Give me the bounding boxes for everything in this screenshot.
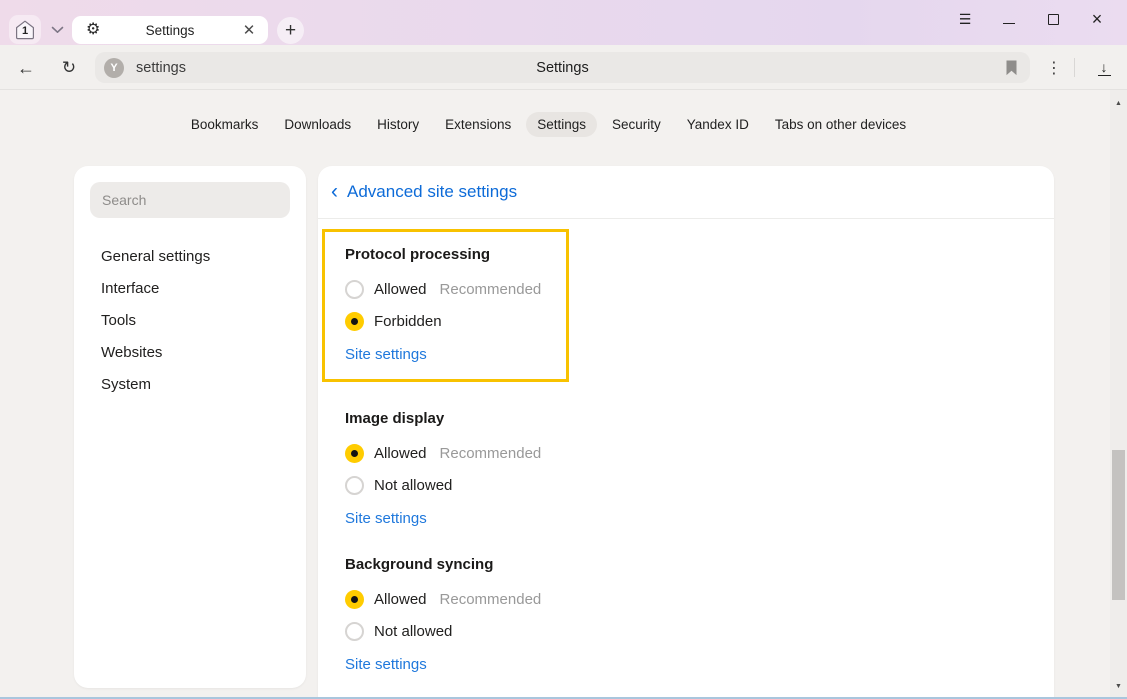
site-settings-link[interactable]: Site settings xyxy=(345,656,427,673)
minimize-icon xyxy=(1003,23,1015,24)
settings-main-panel: ‹ Advanced site settings Protocol proces… xyxy=(318,166,1054,699)
bookmark-icon xyxy=(1005,60,1018,76)
scroll-up-arrow-icon[interactable]: ▲ xyxy=(1110,96,1127,110)
recommended-note: Recommended xyxy=(440,281,542,298)
radio-icon-unselected[interactable] xyxy=(345,476,364,495)
chevron-down-icon xyxy=(51,26,64,34)
radio-icon-selected[interactable] xyxy=(345,590,364,609)
radio-option-forbidden[interactable]: Forbidden xyxy=(345,305,566,337)
radio-icon-unselected[interactable] xyxy=(345,280,364,299)
vertical-scrollbar[interactable]: ▲ ▼ xyxy=(1110,90,1127,699)
site-settings-link[interactable]: Site settings xyxy=(345,510,427,527)
tab-count: 1 xyxy=(14,19,36,41)
scrollbar-thumb[interactable] xyxy=(1112,450,1125,600)
new-tab-button[interactable]: + xyxy=(277,17,304,44)
highlighted-section-protocol-processing: Protocol processing Allowed Recommended … xyxy=(322,229,569,382)
sidebar-item-general-settings[interactable]: General settings xyxy=(74,240,306,272)
page-content: Bookmarks Downloads History Extensions S… xyxy=(0,90,1127,699)
scroll-down-arrow-icon[interactable]: ▼ xyxy=(1110,679,1127,693)
maximize-button[interactable] xyxy=(1031,5,1075,33)
sidebar-item-system[interactable]: System xyxy=(74,368,306,400)
sidebar-list: General settings Interface Tools Website… xyxy=(74,240,306,400)
panel-body: Protocol processing Allowed Recommended … xyxy=(318,219,1054,674)
nav-item-security[interactable]: Security xyxy=(601,112,672,137)
back-chevron-icon: ‹ xyxy=(331,181,338,204)
menu-icon: ☰ xyxy=(959,11,972,28)
kebab-menu-icon: ⋮ xyxy=(1046,58,1062,78)
radio-option-not-allowed[interactable]: Not allowed xyxy=(345,615,1027,647)
radio-option-allowed[interactable]: Allowed Recommended xyxy=(345,583,1027,615)
panel-header: ‹ Advanced site settings xyxy=(318,166,1054,219)
settings-sidebar: General settings Interface Tools Website… xyxy=(74,166,306,688)
close-icon: × xyxy=(1092,10,1103,28)
recommended-note: Recommended xyxy=(440,445,542,462)
nav-item-bookmarks[interactable]: Bookmarks xyxy=(180,112,270,137)
site-settings-link[interactable]: Site settings xyxy=(345,346,427,363)
sidebar-item-tools[interactable]: Tools xyxy=(74,304,306,336)
page-title: Settings xyxy=(95,60,1030,76)
nav-item-downloads[interactable]: Downloads xyxy=(273,112,362,137)
nav-item-settings[interactable]: Settings xyxy=(526,112,597,137)
tab-list-chevron-button[interactable] xyxy=(43,15,71,44)
section-protocol-processing: Protocol processing Allowed Recommended … xyxy=(345,246,566,364)
tab-counter-button[interactable]: 1 xyxy=(9,15,41,44)
section-image-display: Image display Allowed Recommended Not al… xyxy=(345,410,1027,528)
refresh-icon: ↻ xyxy=(62,58,76,78)
back-button[interactable]: ← xyxy=(12,54,40,82)
sidebar-item-interface[interactable]: Interface xyxy=(74,272,306,304)
settings-top-nav: Bookmarks Downloads History Extensions S… xyxy=(0,112,1097,137)
maximize-icon xyxy=(1048,14,1059,25)
radio-icon-selected[interactable] xyxy=(345,444,364,463)
section-title: Image display xyxy=(345,410,1027,427)
address-bar[interactable]: Y settings Settings xyxy=(95,52,1030,83)
recommended-note: Recommended xyxy=(440,591,542,608)
panel-title: Advanced site settings xyxy=(347,182,517,202)
radio-icon-selected[interactable] xyxy=(345,312,364,331)
more-options-button[interactable]: ⋮ xyxy=(1040,54,1068,82)
radio-option-allowed[interactable]: Allowed Recommended xyxy=(345,273,566,305)
browser-menu-button[interactable]: ☰ xyxy=(943,5,987,33)
close-window-button[interactable]: × xyxy=(1075,5,1119,33)
tab-title: Settings xyxy=(72,23,268,38)
section-title: Protocol processing xyxy=(345,246,566,263)
radio-option-not-allowed[interactable]: Not allowed xyxy=(345,469,1027,501)
sidebar-item-websites[interactable]: Websites xyxy=(74,336,306,368)
tab-close-icon[interactable]: ✕ xyxy=(240,21,258,39)
nav-item-history[interactable]: History xyxy=(366,112,430,137)
nav-item-tabs-other-devices[interactable]: Tabs on other devices xyxy=(764,112,917,137)
refresh-button[interactable]: ↻ xyxy=(55,54,83,82)
back-icon: ← xyxy=(17,58,35,79)
bookmark-button[interactable] xyxy=(1005,60,1018,81)
browser-tab-settings[interactable]: ⚙ Settings ✕ xyxy=(72,16,268,44)
search-input[interactable] xyxy=(90,182,290,218)
tab-strip: 1 ⚙ Settings ✕ + ☰ × xyxy=(0,0,1127,45)
advanced-site-settings-back-link[interactable]: ‹ Advanced site settings xyxy=(331,181,517,204)
minimize-button[interactable] xyxy=(987,5,1031,33)
tab-counter-shape: 1 xyxy=(14,19,36,41)
section-background-syncing: Background syncing Allowed Recommended N… xyxy=(345,556,1027,674)
download-icon: ↓ xyxy=(1098,61,1111,76)
radio-icon-unselected[interactable] xyxy=(345,622,364,641)
window-controls: ☰ × xyxy=(943,4,1119,34)
radio-option-allowed[interactable]: Allowed Recommended xyxy=(345,437,1027,469)
toolbar-divider xyxy=(1074,58,1075,77)
section-title: Background syncing xyxy=(345,556,1027,573)
downloads-button[interactable]: ↓ xyxy=(1090,54,1118,82)
browser-toolbar: ← ↻ Y settings Settings ⋮ ↓ xyxy=(0,45,1127,90)
browser-window: 1 ⚙ Settings ✕ + ☰ × ← ↻ Y settings Sett… xyxy=(0,0,1127,699)
nav-item-extensions[interactable]: Extensions xyxy=(434,112,522,137)
nav-item-yandex-id[interactable]: Yandex ID xyxy=(676,112,760,137)
